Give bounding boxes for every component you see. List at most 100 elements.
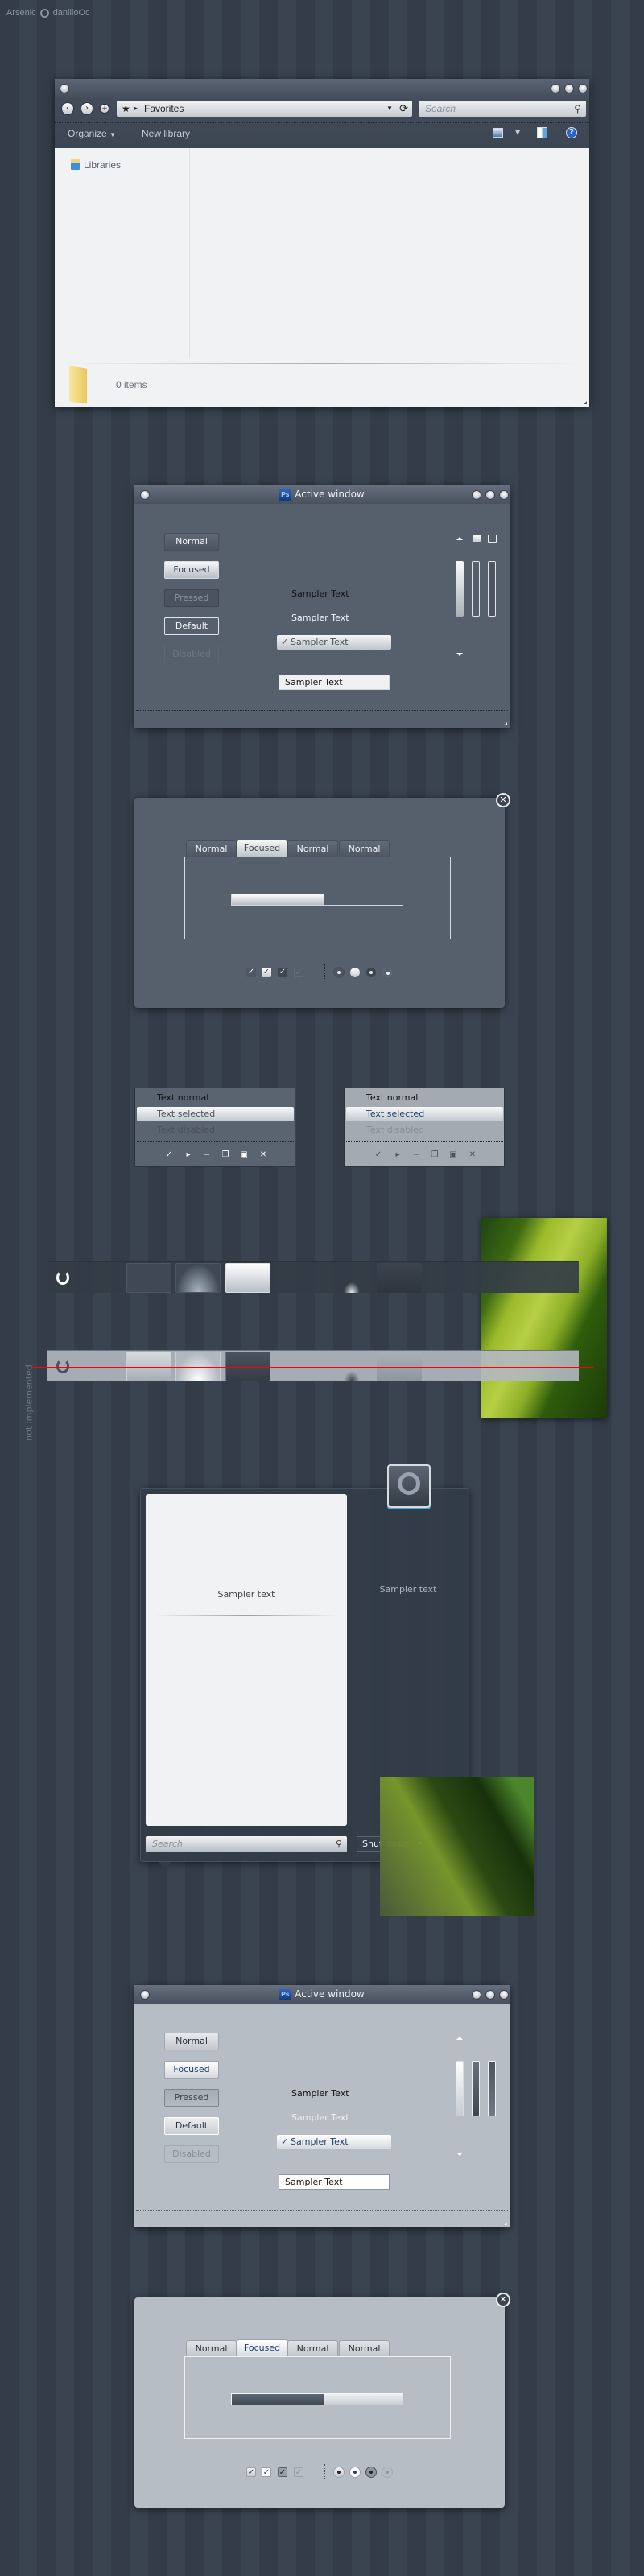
selected-list-item[interactable]: ✓ Sampler Text bbox=[277, 635, 391, 650]
radio-pressed[interactable] bbox=[366, 2467, 376, 2477]
taskbar-button-running-hover[interactable] bbox=[377, 1263, 422, 1293]
places-item[interactable]: Sampler text bbox=[352, 1584, 464, 1595]
close-icon[interactable]: ✕ bbox=[496, 793, 510, 807]
button-default[interactable]: Default bbox=[164, 2117, 219, 2135]
tab-normal-3[interactable]: Normal bbox=[339, 840, 390, 857]
scroll-down-arrow-icon[interactable] bbox=[456, 2153, 463, 2156]
scrollbar-thumb-pressed[interactable] bbox=[488, 561, 496, 617]
radio-normal[interactable]: .r1::after{} bbox=[334, 968, 344, 977]
view-dropdown-icon[interactable]: ▼ bbox=[515, 129, 520, 136]
button-normal[interactable]: Normal bbox=[164, 2033, 219, 2050]
start-search-input[interactable]: Search ⚲ bbox=[146, 1836, 347, 1852]
minimize-button[interactable] bbox=[551, 84, 560, 93]
start-orb-icon[interactable] bbox=[56, 1270, 69, 1285]
button-normal[interactable]: Normal bbox=[164, 533, 219, 551]
address-dropdown-icon[interactable]: ▼ bbox=[386, 101, 393, 117]
checkbox-pressed[interactable]: ✓ bbox=[278, 2467, 287, 2477]
checkbox-hover[interactable]: ✓ bbox=[262, 2467, 271, 2477]
tab-focused[interactable]: Focused bbox=[237, 2339, 287, 2356]
minimize-button[interactable] bbox=[472, 1990, 481, 2000]
text-input[interactable]: Sampler Text bbox=[279, 2174, 390, 2190]
maximize-button[interactable] bbox=[485, 1990, 495, 2000]
menu-item-normal[interactable]: Text normal bbox=[366, 1091, 418, 1105]
maximize-button[interactable] bbox=[485, 490, 495, 500]
window-menu-button[interactable] bbox=[60, 84, 69, 93]
program-item[interactable]: Sampler text bbox=[146, 1589, 347, 1600]
tab-normal-3[interactable]: Normal bbox=[339, 2340, 390, 2356]
button-focused[interactable]: Focused bbox=[164, 561, 219, 579]
search-input[interactable]: Search ⚲ bbox=[419, 101, 586, 117]
maximize-button[interactable] bbox=[564, 84, 574, 93]
user-avatar[interactable] bbox=[387, 1464, 431, 1508]
start-menu-pointer bbox=[159, 1862, 171, 1868]
new-library-button[interactable]: New library bbox=[142, 128, 190, 139]
preview-pane-icon[interactable] bbox=[537, 127, 547, 138]
scrollbar-thumb-normal[interactable] bbox=[456, 561, 464, 617]
checkbox-pressed[interactable]: ✓ bbox=[278, 968, 287, 977]
breadcrumb-chevron-icon: ▸ bbox=[134, 105, 138, 112]
close-icon[interactable]: ✕ bbox=[496, 2293, 510, 2307]
radio-hover[interactable] bbox=[350, 2467, 360, 2477]
organize-menu[interactable]: Organize ▼ bbox=[68, 128, 116, 139]
taskbar-button-running[interactable] bbox=[329, 1263, 374, 1293]
taskbar-button-hover[interactable] bbox=[175, 1263, 221, 1293]
taskbar-button-active[interactable] bbox=[225, 1263, 270, 1293]
nav-pane-divider[interactable] bbox=[189, 148, 190, 359]
button-pressed[interactable]: Pressed bbox=[164, 589, 219, 607]
help-icon[interactable]: ? bbox=[566, 127, 577, 138]
text-input[interactable]: Sampler Text bbox=[279, 675, 390, 690]
taskbar-button-normal[interactable] bbox=[126, 1263, 171, 1293]
forward-button[interactable]: › bbox=[80, 102, 93, 115]
list-divider bbox=[154, 1615, 339, 1616]
scrollbar-thumb-pressed[interactable] bbox=[488, 2061, 496, 2116]
minimize-button[interactable] bbox=[472, 490, 481, 500]
scroll-down-arrow-icon[interactable] bbox=[456, 653, 463, 656]
scroll-up-button-pressed[interactable] bbox=[488, 535, 497, 543]
window-titlebar: Ps Active window bbox=[134, 1985, 510, 2004]
tab-normal-2[interactable]: Normal bbox=[287, 2340, 338, 2356]
close-button[interactable] bbox=[578, 84, 588, 93]
resize-grip[interactable] bbox=[504, 722, 507, 725]
button-pressed[interactable]: Pressed bbox=[164, 2089, 219, 2107]
window-menu-button[interactable] bbox=[140, 1990, 150, 2000]
menu-item-normal[interactable]: Text normal bbox=[157, 1091, 208, 1105]
scrollbar-thumb-normal[interactable] bbox=[456, 2061, 464, 2116]
radio-hover[interactable] bbox=[350, 968, 360, 977]
checkbox-normal[interactable]: ✓ bbox=[246, 2467, 256, 2477]
resize-grip[interactable] bbox=[504, 2222, 507, 2225]
radio-normal[interactable] bbox=[334, 2467, 344, 2477]
scroll-up-arrow-icon[interactable] bbox=[456, 2037, 463, 2040]
button-default[interactable]: Default bbox=[164, 617, 219, 635]
checkbox-hover[interactable]: ✓ bbox=[262, 968, 271, 977]
tab-normal-1[interactable]: Normal bbox=[186, 840, 237, 857]
tab-focused[interactable]: Focused bbox=[237, 840, 287, 857]
selected-list-item[interactable]: ✓ Sampler Text bbox=[277, 2135, 391, 2149]
explorer-window: ‹ › + ★ ▸ Favorites ▼ ⟳ Search ⚲ Organiz… bbox=[55, 79, 589, 407]
submenu-arrow-icon: ▸ bbox=[395, 1150, 400, 1159]
scrollbar-thumb-hover[interactable] bbox=[472, 2061, 480, 2116]
credits: Arsenic danilloOc bbox=[6, 8, 90, 18]
refresh-icon[interactable]: ⟳ bbox=[399, 101, 408, 117]
start-orb-icon[interactable] bbox=[56, 1359, 69, 1373]
tab-normal-1[interactable]: Normal bbox=[186, 2340, 237, 2356]
scrollbar-thumb-hover[interactable] bbox=[472, 561, 480, 617]
menu-item-selected[interactable]: Text selected bbox=[137, 1107, 294, 1121]
scroll-up-button-hover[interactable] bbox=[473, 535, 481, 542]
nav-item-libraries[interactable]: Libraries bbox=[84, 159, 121, 171]
view-icon[interactable] bbox=[493, 128, 503, 138]
close-button[interactable] bbox=[499, 1990, 509, 2000]
resize-grip[interactable] bbox=[584, 401, 587, 404]
recent-pages-button[interactable]: + bbox=[100, 104, 109, 114]
checkbox-normal[interactable]: ✓ bbox=[246, 968, 256, 977]
tab-normal-2[interactable]: Normal bbox=[287, 840, 338, 857]
menu-item-selected[interactable]: Text selected bbox=[346, 1107, 503, 1121]
button-focused[interactable]: Focused bbox=[164, 2061, 219, 2079]
close-button[interactable] bbox=[499, 490, 509, 500]
back-button[interactable]: ‹ bbox=[61, 102, 74, 115]
maximize-icon: ▣ bbox=[449, 1150, 457, 1159]
window-menu-button[interactable] bbox=[140, 490, 150, 500]
light-context-menu: Text normal Text selected Text disabled … bbox=[344, 1088, 505, 1167]
scroll-up-arrow-icon[interactable] bbox=[456, 537, 463, 540]
address-bar[interactable]: ★ ▸ Favorites ▼ ⟳ bbox=[117, 101, 412, 117]
radio-pressed[interactable] bbox=[366, 968, 376, 977]
